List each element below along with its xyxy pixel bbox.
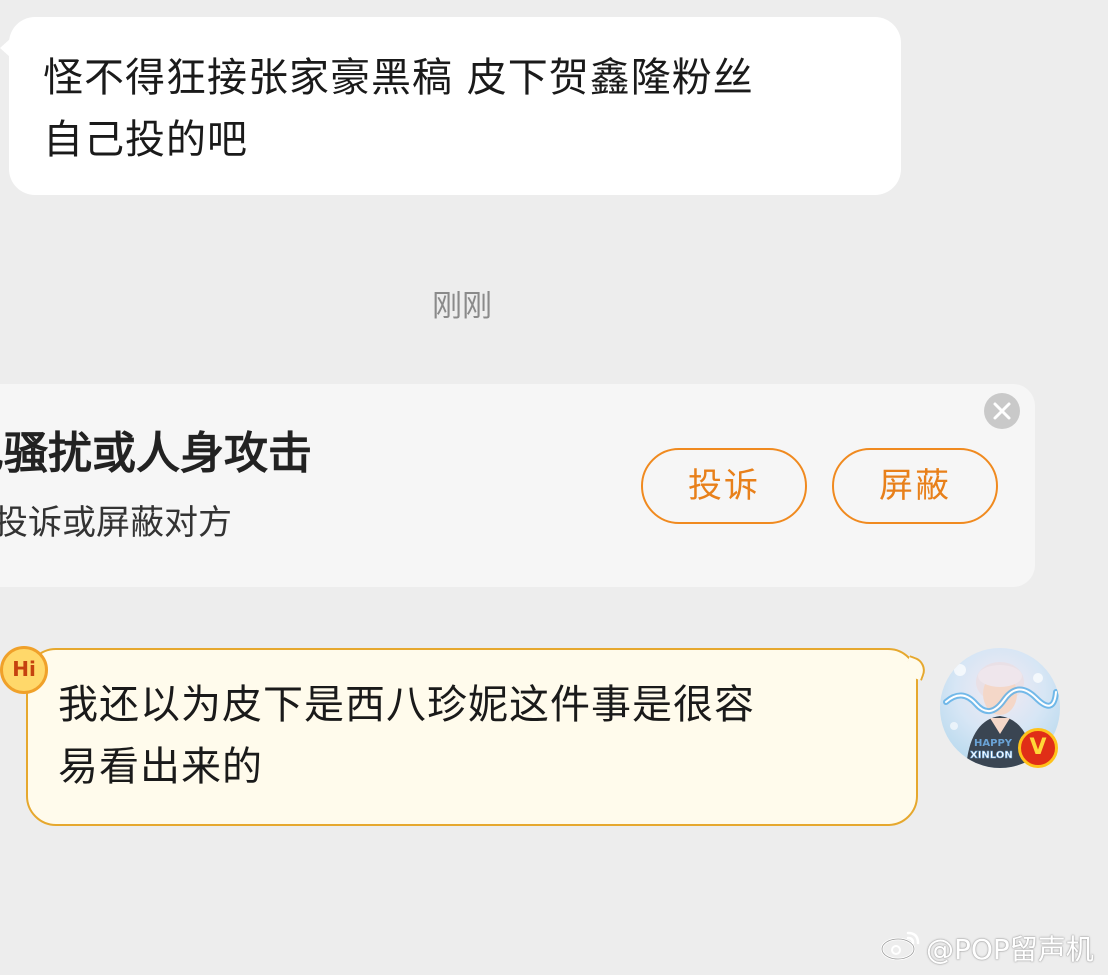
incoming-message-line-1: 怪不得狂接张家豪黑稿 皮下贺鑫隆粉丝 <box>43 55 754 101</box>
outgoing-message-line-2: 易看出来的 <box>58 744 263 790</box>
incoming-message-bubble[interactable]: 怪不得狂接张家豪黑稿 皮下贺鑫隆粉丝 自己投的吧 <box>0 17 901 195</box>
watermark-text: @POP留声机 <box>926 933 1094 966</box>
close-icon[interactable] <box>984 393 1020 429</box>
avatar-banner-text: HAPPY <box>974 738 1013 749</box>
avatar-banner-text-2: XINLON <box>970 750 1013 761</box>
warning-subtitle: 以投诉或屏蔽对方 <box>0 503 232 543</box>
watermark: @POP留声机 <box>880 928 1094 968</box>
warning-title: 也骚扰或人身攻击 <box>0 428 312 479</box>
outgoing-message-bubble[interactable]: 我还以为皮下是西八珍妮这件事是很容 易看出来的 <box>26 648 929 826</box>
incoming-message-line-2: 自己投的吧 <box>43 117 248 163</box>
block-button[interactable]: 屏蔽 <box>832 448 998 524</box>
bubble-ear <box>903 655 929 681</box>
message-timestamp: 刚刚 <box>432 289 492 324</box>
hi-badge-icon: Hi <box>0 646 48 694</box>
verified-badge-icon: V <box>1018 728 1058 768</box>
outgoing-message-line-1: 我还以为皮下是西八珍妮这件事是很容 <box>58 682 755 728</box>
harassment-warning-card: 也骚扰或人身攻击 以投诉或屏蔽对方 投诉 屏蔽 <box>0 384 1035 587</box>
weibo-icon <box>880 929 922 968</box>
report-button[interactable]: 投诉 <box>641 448 807 524</box>
bubble-tail <box>0 39 10 57</box>
